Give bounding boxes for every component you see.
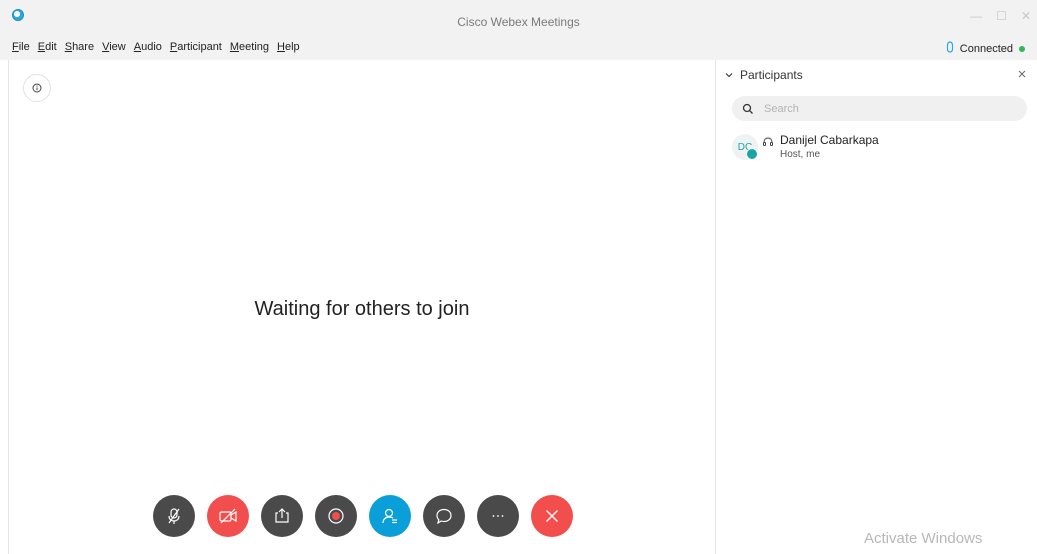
participants-panel-header[interactable]: Participants — [724, 68, 803, 82]
search-icon — [742, 103, 753, 114]
share-button[interactable] — [261, 495, 303, 537]
window-title: Cisco Webex Meetings — [457, 15, 580, 29]
window-controls: — ☐ ✕ — [970, 9, 1031, 23]
mute-button[interactable] — [153, 495, 195, 537]
activate-windows-watermark: Activate Windows — [864, 530, 983, 547]
more-button[interactable] — [477, 495, 519, 537]
presence-status-icon — [746, 148, 758, 160]
connection-icon — [946, 41, 954, 56]
menu-audio[interactable]: Audio — [134, 41, 162, 53]
chat-icon — [436, 508, 452, 525]
chat-button[interactable] — [423, 495, 465, 537]
connection-dot-icon — [1019, 45, 1025, 52]
menu-edit[interactable]: Edit — [38, 41, 57, 53]
chevron-down-icon — [725, 73, 733, 78]
video-off-icon — [219, 508, 237, 524]
menu-bar: File Edit Share View Audio Participant M… — [0, 38, 1037, 60]
meeting-controls — [153, 495, 573, 537]
participants-panel: Participants DC Danijel Cabarkapa Host, … — [716, 60, 1037, 554]
waiting-message: Waiting for others to join — [254, 298, 470, 320]
title-bar: Cisco Webex Meetings — ☐ ✕ — [0, 0, 1037, 38]
record-icon — [328, 508, 344, 524]
menu-participant[interactable]: Participant — [170, 41, 222, 53]
participant-row[interactable]: DC Danijel Cabarkapa Host, me — [732, 132, 1022, 168]
participants-button[interactable] — [369, 495, 411, 537]
participants-icon — [382, 508, 397, 524]
meeting-stage: Waiting for others to join — [8, 60, 716, 554]
menu-meeting[interactable]: Meeting — [230, 41, 269, 53]
leave-button[interactable] — [531, 495, 573, 537]
connection-status[interactable]: Connected — [946, 41, 1025, 56]
close-icon — [546, 510, 558, 522]
menu-items: File Edit Share View Audio Participant M… — [12, 41, 300, 53]
mic-muted-icon — [168, 508, 180, 524]
close-icon — [1018, 70, 1026, 78]
participant-role: Host, me — [780, 149, 821, 160]
headset-icon — [763, 137, 773, 146]
maximize-button[interactable]: ☐ — [996, 9, 1007, 23]
info-icon — [32, 83, 42, 93]
meeting-info-button[interactable] — [23, 74, 51, 102]
more-icon — [492, 515, 504, 517]
participant-search[interactable] — [732, 96, 1027, 121]
participant-name: Danijel Cabarkapa — [780, 133, 879, 147]
menu-share[interactable]: Share — [65, 41, 94, 53]
participants-panel-close-button[interactable] — [1017, 68, 1027, 82]
minimize-button[interactable]: — — [970, 9, 982, 23]
menu-view[interactable]: View — [102, 41, 126, 53]
share-icon — [275, 508, 289, 523]
menu-file[interactable]: File — [12, 41, 30, 53]
participants-panel-title: Participants — [740, 68, 803, 82]
record-button[interactable] — [315, 495, 357, 537]
search-input[interactable] — [762, 101, 1016, 116]
video-button[interactable] — [207, 495, 249, 537]
menu-help[interactable]: Help — [277, 41, 300, 53]
connection-label: Connected — [959, 42, 1013, 55]
window-close-button[interactable]: ✕ — [1021, 9, 1031, 23]
